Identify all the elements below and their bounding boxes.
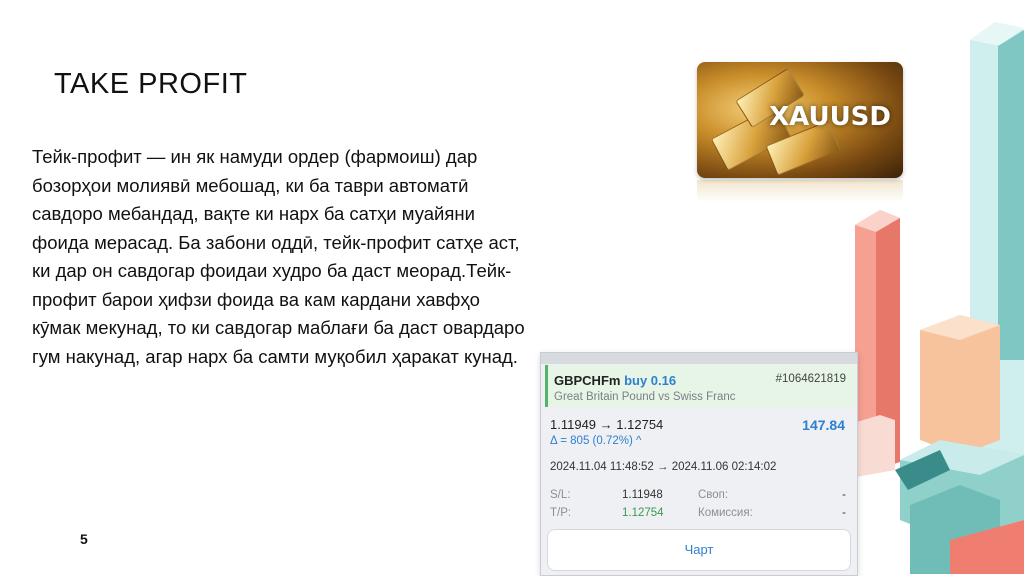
sl-value: 1.11948	[622, 489, 663, 501]
trade-profit: 147.84	[802, 417, 845, 433]
trade-description: Great Britain Pound vs Swiss Franc	[554, 391, 736, 403]
tp-label: T/P:	[550, 507, 572, 519]
slide-title: TAKE PROFIT	[54, 68, 248, 100]
commission-label: Комиссия:	[698, 507, 753, 519]
take-profit-row: T/P: 1.12754 Комиссия: -	[550, 507, 846, 519]
trade-side: buy 0.16	[624, 373, 677, 388]
trade-details-card: GBPCHFm buy 0.16 #1064621819 Great Brita…	[540, 352, 858, 576]
arrow-right-icon: →	[657, 461, 669, 473]
trade-prices: 1.11949 → 1.12754	[550, 417, 663, 432]
tp-value: 1.12754	[622, 507, 664, 519]
trade-header[interactable]: GBPCHFm buy 0.16 #1064621819 Great Brita…	[545, 365, 856, 407]
trade-dates: 2024.11.04 11:48:52 → 2024.11.06 02:14:0…	[550, 461, 776, 473]
trade-delta: Δ = 805 (0.72%) ^	[550, 435, 642, 447]
price-close: 1.12754	[616, 417, 664, 432]
page-number: 5	[80, 531, 88, 547]
chart-button[interactable]: Чарт	[547, 529, 851, 571]
time-open: 2024.11.04 11:48:52	[550, 461, 654, 473]
trade-symbol: GBPCHFm	[554, 373, 621, 388]
commission-value: -	[842, 507, 846, 519]
time-close: 2024.11.06 02:14:02	[671, 461, 777, 473]
price-open: 1.11949	[550, 417, 597, 432]
swap-value: -	[842, 489, 846, 501]
slide-body-text: Тейк-профит — ин як намуди ордер (фармои…	[32, 146, 525, 367]
swap-label: Своп:	[698, 489, 729, 501]
trade-ticket: #1064621819	[775, 373, 846, 385]
sl-label: S/L:	[550, 489, 571, 501]
stop-loss-row: S/L: 1.11948 Своп: -	[550, 489, 846, 501]
phone-status-bar	[541, 353, 857, 364]
arrow-right-icon: →	[599, 417, 613, 432]
